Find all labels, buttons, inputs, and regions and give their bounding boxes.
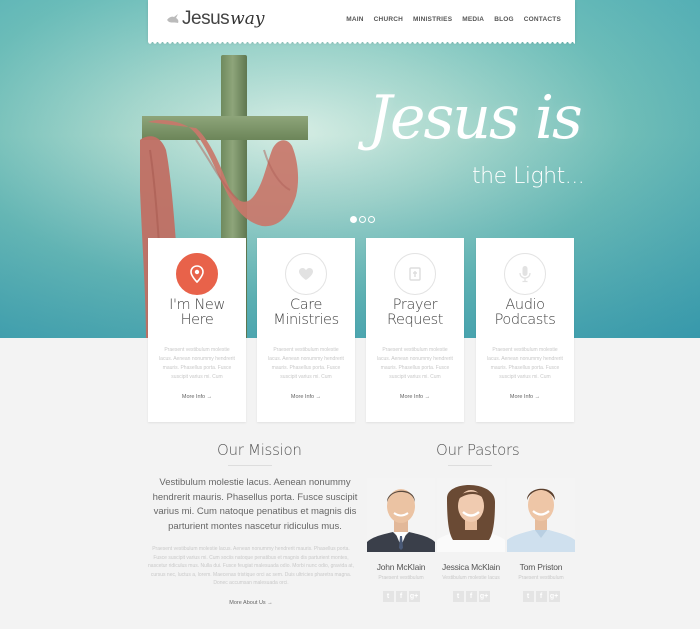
social-links: t f g+ bbox=[507, 591, 575, 602]
facebook-icon[interactable]: f bbox=[465, 591, 477, 602]
card-prayer-request[interactable]: Prayer Request Praesent vestibulum molest… bbox=[366, 238, 464, 422]
pastor-photo bbox=[437, 478, 505, 552]
card-text: Praesent vestibulum molestie lacus. Aene… bbox=[268, 347, 344, 380]
slider-dot-1[interactable] bbox=[350, 216, 357, 223]
mission-divider bbox=[228, 465, 272, 466]
social-links: t f g+ bbox=[367, 591, 435, 602]
more-info-link[interactable]: More Info → bbox=[476, 394, 574, 400]
more-about-us-link[interactable]: More About Us → bbox=[148, 600, 354, 606]
mission-title: Our Mission bbox=[217, 441, 302, 459]
site-header: Jesus way MAIN CHURCH MINISTRIES MEDIA B… bbox=[148, 0, 575, 45]
mission-lead-text: Vestibulum molestie lacus. Aenean nonumm… bbox=[152, 477, 358, 532]
card-title: Prayer Request bbox=[386, 297, 444, 328]
hero-title: Jesus is bbox=[368, 83, 583, 153]
google-plus-icon[interactable]: g+ bbox=[548, 591, 560, 602]
logo-script-text: way bbox=[230, 9, 265, 29]
nav-ministries[interactable]: MINISTRIES bbox=[413, 16, 452, 23]
nav-media[interactable]: MEDIA bbox=[462, 16, 484, 23]
logo-text: Jesus bbox=[182, 8, 230, 29]
pastor-card-3[interactable]: Tom Priston Praesent vestibulum t f g+ bbox=[507, 478, 575, 602]
nav-contacts[interactable]: CONTACTS bbox=[524, 16, 561, 23]
facebook-icon[interactable]: f bbox=[395, 591, 407, 602]
pastor-photo bbox=[507, 478, 575, 552]
dove-icon bbox=[167, 14, 179, 23]
more-info-link[interactable]: More Info → bbox=[148, 394, 246, 400]
slider-pagination bbox=[350, 216, 375, 223]
feature-cards: I'm New Here Praesent vestibulum molestie… bbox=[148, 238, 575, 422]
pastor-role: Praesent vestibulum bbox=[378, 575, 424, 581]
more-info-link[interactable]: More Info → bbox=[257, 394, 355, 400]
pastor-role: Vestibulum molestie lacus bbox=[442, 575, 500, 581]
bible-icon bbox=[394, 253, 436, 295]
main-nav: MAIN CHURCH MINISTRIES MEDIA BLOG CONTAC… bbox=[346, 16, 561, 23]
pastor-name: John McKlain bbox=[376, 562, 426, 572]
more-info-link[interactable]: More Info → bbox=[366, 394, 464, 400]
location-pin-icon bbox=[176, 253, 218, 295]
card-care-ministries[interactable]: Care Ministries Praesent vestibulum moles… bbox=[257, 238, 355, 422]
pastor-name: Tom Priston bbox=[519, 562, 563, 572]
card-text: Praesent vestibulum molestie lacus. Aene… bbox=[487, 347, 563, 380]
pastor-photo bbox=[367, 478, 435, 552]
pastors-title: Our Pastors bbox=[436, 441, 520, 459]
heart-icon bbox=[285, 253, 327, 295]
card-audio-podcasts[interactable]: Audio Podcasts Praesent vestibulum molest… bbox=[476, 238, 574, 422]
card-title: Care Ministries bbox=[273, 297, 339, 328]
nav-church[interactable]: CHURCH bbox=[374, 16, 403, 23]
mission-body-text: Praesent vestibulum molestie lacus. Aene… bbox=[148, 546, 354, 587]
site-logo[interactable]: Jesus way bbox=[166, 8, 264, 30]
card-im-new-here[interactable]: I'm New Here Praesent vestibulum molestie… bbox=[148, 238, 246, 422]
hero-subtitle: the Light... bbox=[472, 164, 585, 189]
facebook-icon[interactable]: f bbox=[535, 591, 547, 602]
pastors-divider bbox=[448, 465, 492, 466]
card-text: Praesent vestibulum molestie lacus. Aene… bbox=[159, 347, 235, 380]
pastor-card-1[interactable]: John McKlain Praesent vestibulum t f g+ bbox=[367, 478, 435, 602]
card-title: I'm New Here bbox=[169, 297, 225, 328]
nav-blog[interactable]: BLOG bbox=[494, 16, 514, 23]
card-text: Praesent vestibulum molestie lacus. Aene… bbox=[377, 347, 453, 380]
pastor-card-2[interactable]: Jessica McKlain Vestibulum molestie lacu… bbox=[437, 478, 505, 602]
social-links: t f g+ bbox=[437, 591, 505, 602]
google-plus-icon[interactable]: g+ bbox=[408, 591, 420, 602]
microphone-icon bbox=[504, 253, 546, 295]
nav-main[interactable]: MAIN bbox=[346, 16, 363, 23]
twitter-icon[interactable]: t bbox=[522, 591, 534, 602]
twitter-icon[interactable]: t bbox=[452, 591, 464, 602]
twitter-icon[interactable]: t bbox=[382, 591, 394, 602]
pastor-role: Praesent vestibulum bbox=[518, 575, 564, 581]
card-title: Audio Podcasts bbox=[494, 297, 556, 328]
google-plus-icon[interactable]: g+ bbox=[478, 591, 490, 602]
slider-dot-3[interactable] bbox=[368, 216, 375, 223]
pastor-name: Jessica McKlain bbox=[442, 562, 500, 572]
slider-dot-2[interactable] bbox=[359, 216, 366, 223]
